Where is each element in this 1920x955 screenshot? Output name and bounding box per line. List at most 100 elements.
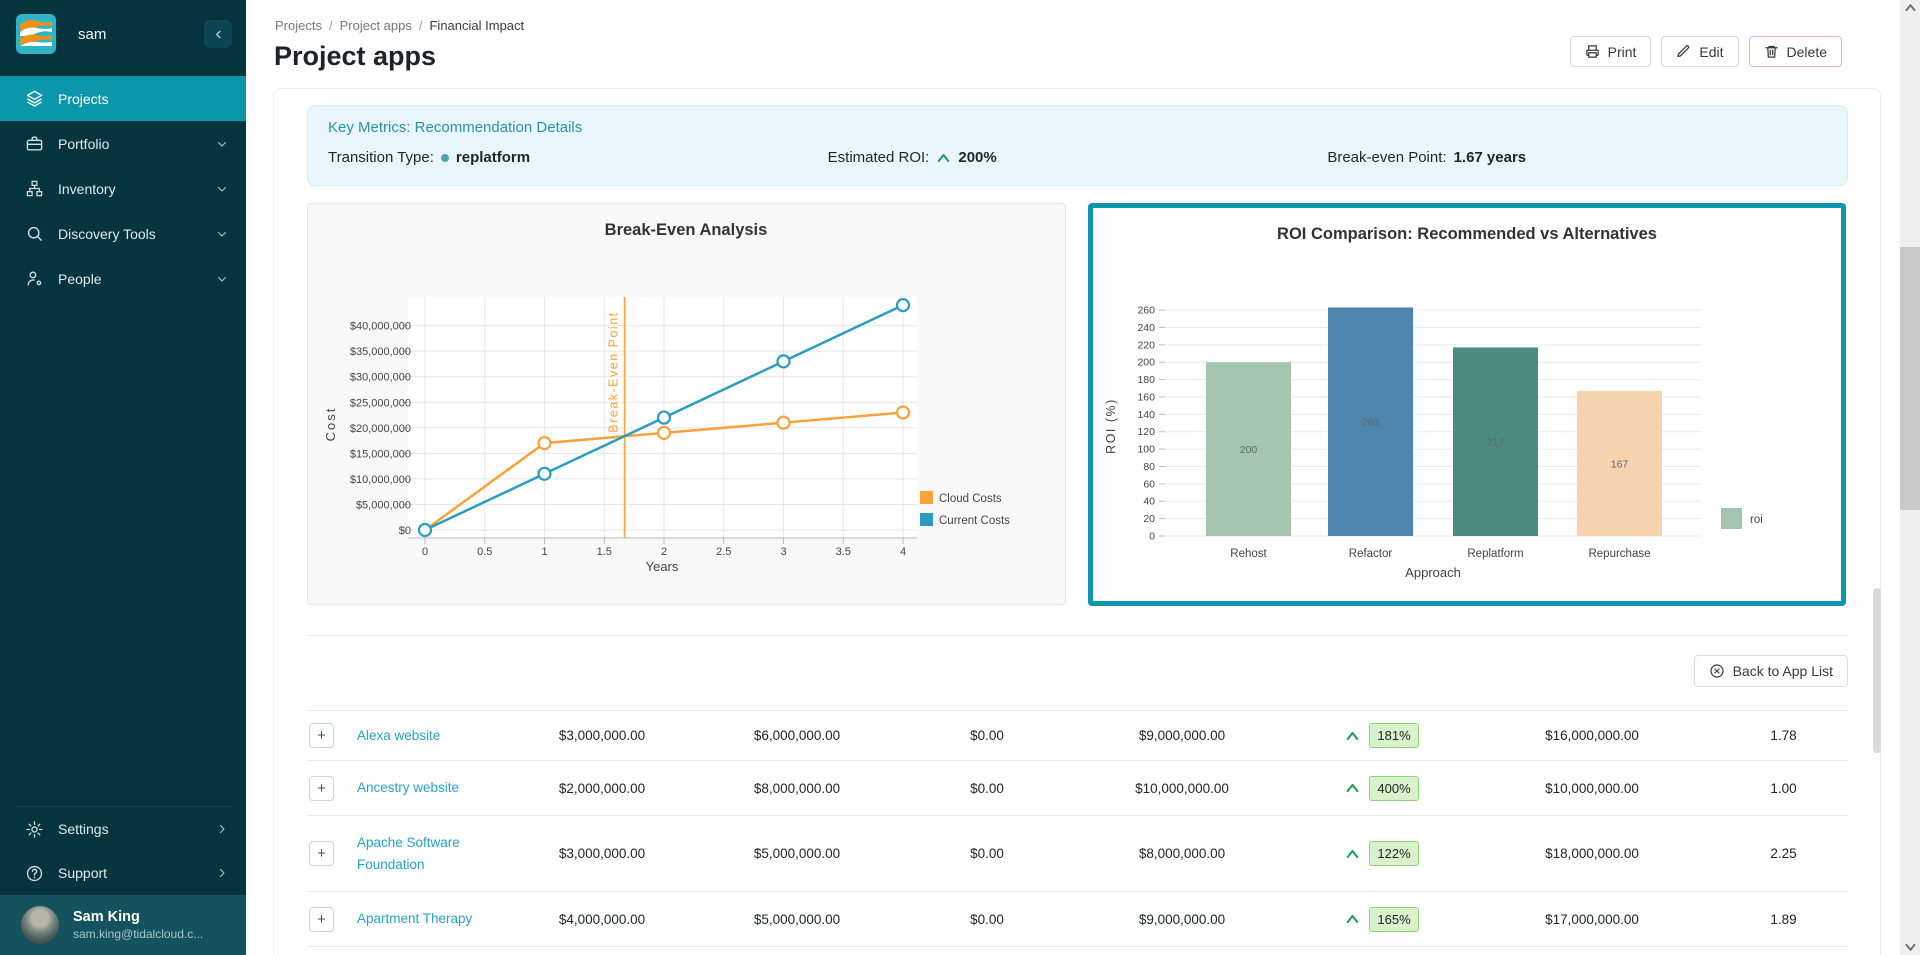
amount-cell: $8,000,000.00 bbox=[1067, 846, 1297, 861]
sidebar-item-projects[interactable]: Projects bbox=[0, 76, 246, 121]
svg-text:140: 140 bbox=[1137, 409, 1155, 421]
svg-text:200: 200 bbox=[1137, 357, 1155, 369]
back-to-app-list-button[interactable]: Back to App List bbox=[1694, 655, 1848, 687]
pencil-icon bbox=[1676, 44, 1691, 59]
sidebar-item-support[interactable]: Support bbox=[0, 851, 246, 895]
ratio-cell: 1.78 bbox=[1717, 728, 1850, 743]
page-scrollbar bbox=[1900, 0, 1920, 955]
amount-cell: $6,000,000.00 bbox=[687, 728, 907, 743]
breadcrumb-item[interactable]: Project apps bbox=[340, 18, 412, 33]
svg-text:120: 120 bbox=[1137, 426, 1155, 438]
svg-text:$10,000,000: $10,000,000 bbox=[350, 474, 411, 486]
user-menu[interactable]: Sam King sam.king@tidalcloud.c... bbox=[0, 895, 246, 955]
breakeven-chart-card[interactable]: $0$5,000,000$10,000,000$15,000,000$20,00… bbox=[307, 203, 1066, 605]
breadcrumb: Projects/Project apps/Financial Impact bbox=[275, 18, 524, 33]
page-title: Project apps bbox=[274, 41, 436, 72]
roi-chart-card-selected[interactable]: 020406080100120140160180200220240260200R… bbox=[1088, 203, 1846, 606]
svg-text:Cost: Cost bbox=[323, 407, 338, 442]
edit-button[interactable]: Edit bbox=[1661, 36, 1738, 67]
svg-text:100: 100 bbox=[1137, 444, 1155, 456]
svg-text:$25,000,000: $25,000,000 bbox=[350, 397, 411, 409]
expand-row-button[interactable]: + bbox=[309, 841, 334, 866]
svg-text:ROI Comparison: Recommended vs: ROI Comparison: Recommended vs Alternati… bbox=[1277, 225, 1657, 243]
breadcrumb-separator: / bbox=[419, 18, 423, 33]
svg-text:0: 0 bbox=[1149, 531, 1155, 543]
sidebar-collapse-button[interactable] bbox=[204, 20, 232, 48]
amount-cell: $5,000,000.00 bbox=[687, 912, 907, 927]
sidebar-item-label: Settings bbox=[58, 821, 109, 837]
svg-text:$20,000,000: $20,000,000 bbox=[350, 423, 411, 435]
breakeven-chart: $0$5,000,000$10,000,000$15,000,000$20,00… bbox=[308, 204, 1065, 604]
app-name-link[interactable]: Apache Software Foundation bbox=[357, 835, 460, 872]
svg-text:2.5: 2.5 bbox=[716, 546, 731, 558]
chevron-up-icon bbox=[1345, 782, 1360, 794]
breadcrumb-item: Financial Impact bbox=[429, 18, 524, 33]
content-card: Key Metrics: Recommendation Details Tran… bbox=[273, 88, 1881, 955]
amount-cell: $16,000,000.00 bbox=[1467, 728, 1717, 743]
scrollbar-down-arrow[interactable] bbox=[1900, 939, 1920, 955]
sidebar-item-portfolio[interactable]: Portfolio bbox=[0, 121, 246, 166]
svg-text:160: 160 bbox=[1137, 391, 1155, 403]
trash-icon bbox=[1764, 44, 1779, 59]
svg-text:Refactor: Refactor bbox=[1349, 548, 1393, 560]
roi-badge: 400% bbox=[1369, 776, 1418, 801]
roi-chart: 020406080100120140160180200220240260200R… bbox=[1093, 208, 1841, 601]
svg-text:Rehost: Rehost bbox=[1230, 548, 1267, 560]
svg-text:Break-Even Point: Break-Even Point bbox=[607, 311, 621, 432]
people-gear-icon bbox=[25, 269, 44, 288]
svg-text:$35,000,000: $35,000,000 bbox=[350, 346, 411, 358]
svg-text:20: 20 bbox=[1143, 513, 1155, 525]
sitemap-icon bbox=[25, 179, 44, 198]
roi-cell: 400% bbox=[1297, 776, 1467, 801]
amount-cell: $9,000,000.00 bbox=[1067, 912, 1297, 927]
breadcrumb-item[interactable]: Projects bbox=[275, 18, 322, 33]
amount-cell: $0.00 bbox=[907, 781, 1067, 796]
expand-row-button[interactable]: + bbox=[309, 907, 334, 932]
section-divider bbox=[307, 635, 1848, 636]
chevron-down-icon bbox=[216, 228, 228, 240]
ratio-cell: 1.89 bbox=[1717, 912, 1850, 927]
app-name-link[interactable]: Ancestry website bbox=[357, 780, 459, 795]
svg-text:180: 180 bbox=[1137, 374, 1155, 386]
svg-text:1.5: 1.5 bbox=[597, 546, 612, 558]
print-button[interactable]: Print bbox=[1570, 36, 1652, 67]
sidebar-item-settings[interactable]: Settings bbox=[0, 807, 246, 851]
header-actions: Print Edit Delete bbox=[1570, 36, 1842, 67]
amount-cell: $4,000,000.00 bbox=[517, 912, 687, 927]
expand-row-button[interactable]: + bbox=[309, 723, 334, 748]
estimated-roi-metric: Estimated ROI: 200% bbox=[828, 149, 1328, 166]
svg-text:220: 220 bbox=[1137, 339, 1155, 351]
chevron-up-icon bbox=[1345, 848, 1360, 860]
scrollbar-up-arrow[interactable] bbox=[1900, 0, 1920, 16]
svg-text:$30,000,000: $30,000,000 bbox=[350, 372, 411, 384]
svg-text:ROI (%): ROI (%) bbox=[1104, 398, 1118, 454]
amount-cell: $5,000,000.00 bbox=[687, 846, 907, 861]
sidebar-item-people[interactable]: People bbox=[0, 256, 246, 301]
delete-button[interactable]: Delete bbox=[1749, 36, 1842, 67]
amount-cell: $8,000,000.00 bbox=[687, 781, 907, 796]
key-metrics-panel: Key Metrics: Recommendation Details Tran… bbox=[307, 105, 1848, 186]
ratio-cell: 2.25 bbox=[1717, 846, 1850, 861]
sidebar-item-discovery-tools[interactable]: Discovery Tools bbox=[0, 211, 246, 256]
user-email: sam.king@tidalcloud.c... bbox=[73, 927, 203, 941]
search-icon bbox=[25, 224, 44, 243]
chevron-right-icon bbox=[216, 867, 228, 879]
svg-text:60: 60 bbox=[1143, 478, 1155, 490]
chevron-right-icon bbox=[216, 823, 228, 835]
app-name-link[interactable]: Apartment Therapy bbox=[357, 911, 472, 926]
amount-cell: $10,000,000.00 bbox=[1067, 781, 1297, 796]
app-name-link[interactable]: Alexa website bbox=[357, 728, 440, 743]
tidal-logo bbox=[16, 14, 56, 54]
gear-icon bbox=[25, 820, 44, 839]
roi-cell: 165% bbox=[1297, 907, 1467, 932]
inner-scrollbar-thumb[interactable] bbox=[1873, 588, 1881, 753]
roi-badge: 165% bbox=[1369, 907, 1418, 932]
sidebar-item-label: Projects bbox=[58, 91, 109, 107]
scrollbar-thumb[interactable] bbox=[1900, 247, 1920, 510]
svg-text:Years: Years bbox=[646, 559, 679, 574]
sidebar-item-inventory[interactable]: Inventory bbox=[0, 166, 246, 211]
svg-text:200: 200 bbox=[1240, 444, 1258, 456]
expand-row-button[interactable]: + bbox=[309, 776, 334, 801]
layers-icon bbox=[25, 89, 44, 108]
briefcase-icon bbox=[25, 134, 44, 153]
